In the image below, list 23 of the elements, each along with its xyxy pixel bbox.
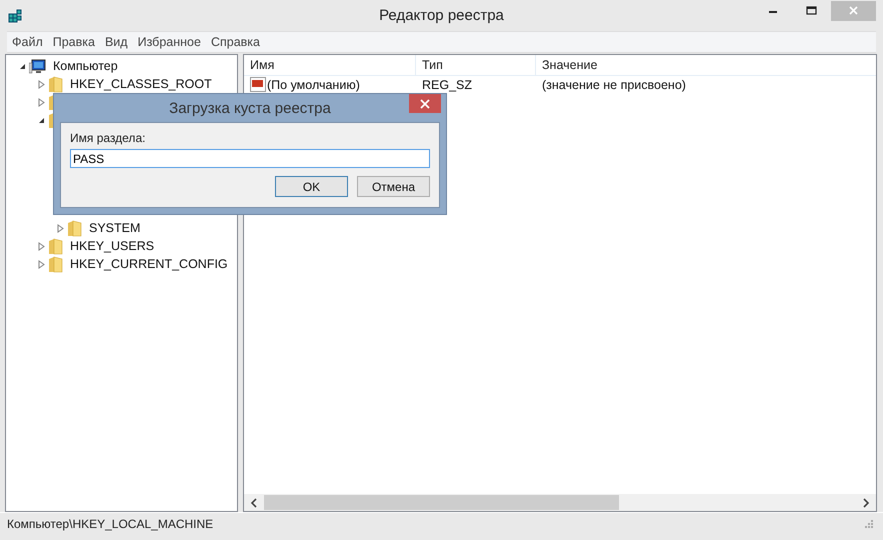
tree-item[interactable]: HKEY_CURRENT_CONFIG bbox=[70, 257, 228, 271]
tree-item[interactable]: SYSTEM bbox=[89, 221, 140, 235]
table-cell-text: (значение не присвоено) bbox=[541, 76, 687, 93]
menu-item[interactable]: Избранное bbox=[132, 35, 206, 49]
column-header[interactable]: Тип bbox=[416, 55, 536, 75]
menu-item[interactable]: Справка bbox=[206, 35, 265, 49]
ok-button[interactable]: OK bbox=[275, 176, 348, 197]
window-title: Редактор реестра bbox=[378, 7, 505, 24]
table-cell-text: REG_SZ bbox=[421, 76, 474, 93]
column-header[interactable]: Имя bbox=[244, 55, 416, 75]
tree-item[interactable]: Компьютер bbox=[53, 59, 118, 73]
menu-item[interactable]: Файл bbox=[7, 35, 48, 49]
menu-item[interactable]: Правка bbox=[48, 35, 100, 49]
status-text: Компьютер\HKEY_LOCAL_MACHINE bbox=[7, 516, 214, 530]
menu-item[interactable]: Вид bbox=[100, 35, 133, 49]
field-label: Имя раздела: bbox=[70, 131, 146, 145]
dialog-title: Загрузка куста реестра bbox=[169, 100, 331, 116]
table-cell: (По умолчанию) bbox=[267, 78, 360, 92]
tree-item[interactable]: HKEY_USERS bbox=[70, 239, 154, 253]
column-header[interactable]: Значение bbox=[536, 55, 876, 75]
tree-item[interactable]: HKEY_CLASSES_ROOT bbox=[70, 77, 212, 91]
cancel-button[interactable]: Отмена bbox=[357, 176, 430, 197]
input-field[interactable]: PASS bbox=[70, 149, 430, 168]
